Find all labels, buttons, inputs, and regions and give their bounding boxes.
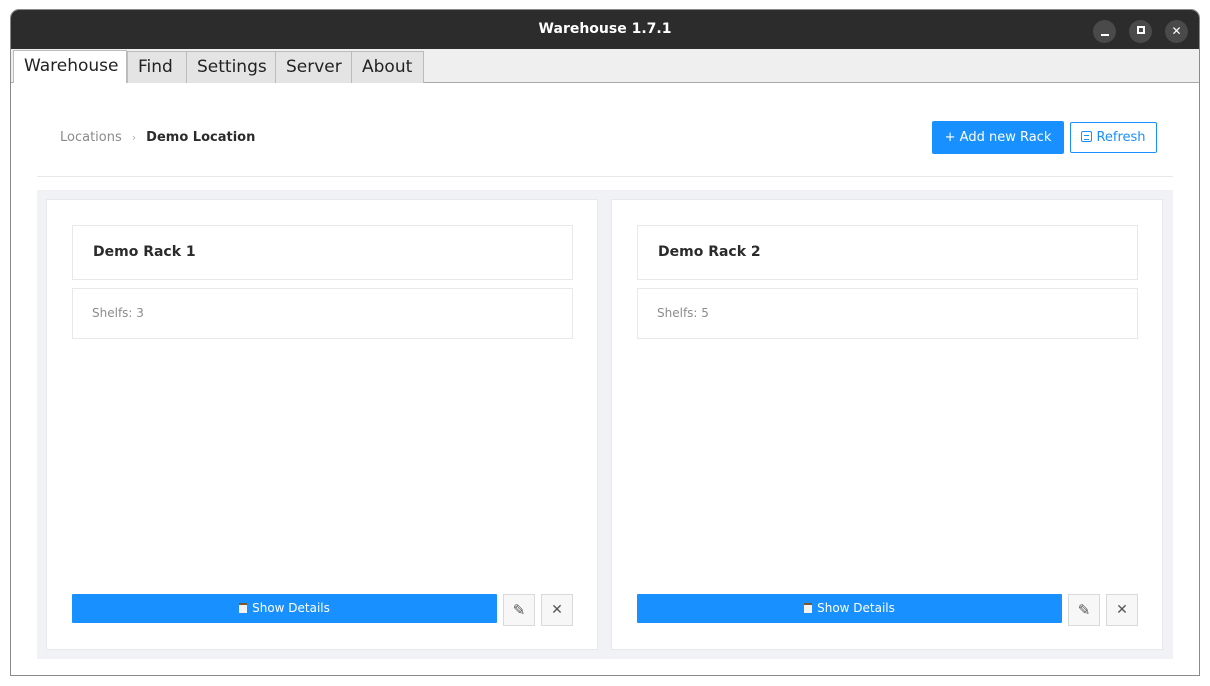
refresh-button[interactable]: Refresh: [1070, 122, 1157, 153]
tab-warehouse[interactable]: Warehouse: [13, 50, 127, 83]
rack-grid: Demo Rack 1 Shelfs: 3 Show Details ✎ ✕ D…: [37, 190, 1173, 659]
breadcrumb-locations-link[interactable]: Locations: [60, 130, 122, 145]
tab-find[interactable]: Find: [127, 51, 187, 83]
maximize-button[interactable]: [1129, 20, 1152, 43]
show-details-label: Show Details: [817, 601, 895, 615]
breadcrumb: Locations › Demo Location: [60, 130, 255, 145]
refresh-icon: [1081, 131, 1093, 142]
show-details-label: Show Details: [252, 601, 330, 615]
add-rack-button[interactable]: + Add new Rack: [932, 121, 1064, 154]
delete-rack-button[interactable]: ✕: [541, 594, 573, 626]
rack-name: Demo Rack 2: [637, 225, 1138, 280]
rack-card: Demo Rack 2 Shelfs: 5 Show Details ✎ ✕: [611, 199, 1163, 650]
rack-name: Demo Rack 1: [72, 225, 573, 280]
tab-server[interactable]: Server: [275, 51, 352, 83]
rack-shelf-count: Shelfs: 5: [637, 288, 1138, 339]
show-details-button[interactable]: Show Details: [637, 594, 1062, 623]
clipboard-icon: [239, 603, 248, 613]
edit-rack-button[interactable]: ✎: [1068, 594, 1100, 626]
main-content: Locations › Demo Location + Add new Rack R…: [11, 84, 1199, 675]
pencil-icon: ✎: [1077, 601, 1091, 619]
close-icon: ✕: [551, 602, 563, 618]
breadcrumb-separator: ›: [131, 131, 137, 144]
tab-about[interactable]: About: [351, 51, 424, 83]
minimize-button[interactable]: [1093, 20, 1116, 43]
tab-settings[interactable]: Settings: [186, 51, 276, 83]
app-window: Warehouse 1.7.1 ✕ Warehouse Find Setting…: [10, 9, 1200, 676]
show-details-button[interactable]: Show Details: [72, 594, 497, 623]
tab-bar: Warehouse Find Settings Server About: [11, 49, 1199, 83]
close-icon: ✕: [1171, 24, 1182, 38]
pencil-icon: ✎: [512, 601, 526, 619]
edit-rack-button[interactable]: ✎: [503, 594, 535, 626]
header-divider: [37, 176, 1173, 177]
minimize-icon: [1100, 33, 1109, 36]
rack-card: Demo Rack 1 Shelfs: 3 Show Details ✎ ✕: [46, 199, 598, 650]
window-title: Warehouse 1.7.1: [538, 21, 672, 37]
refresh-label: Refresh: [1096, 130, 1146, 145]
maximize-icon: [1136, 26, 1145, 34]
breadcrumb-current: Demo Location: [146, 130, 256, 145]
title-bar[interactable]: Warehouse 1.7.1 ✕: [11, 10, 1199, 49]
clipboard-icon: [804, 603, 813, 613]
close-button[interactable]: ✕: [1165, 20, 1188, 43]
close-icon: ✕: [1116, 602, 1128, 618]
delete-rack-button[interactable]: ✕: [1106, 594, 1138, 626]
rack-shelf-count: Shelfs: 3: [72, 288, 573, 339]
